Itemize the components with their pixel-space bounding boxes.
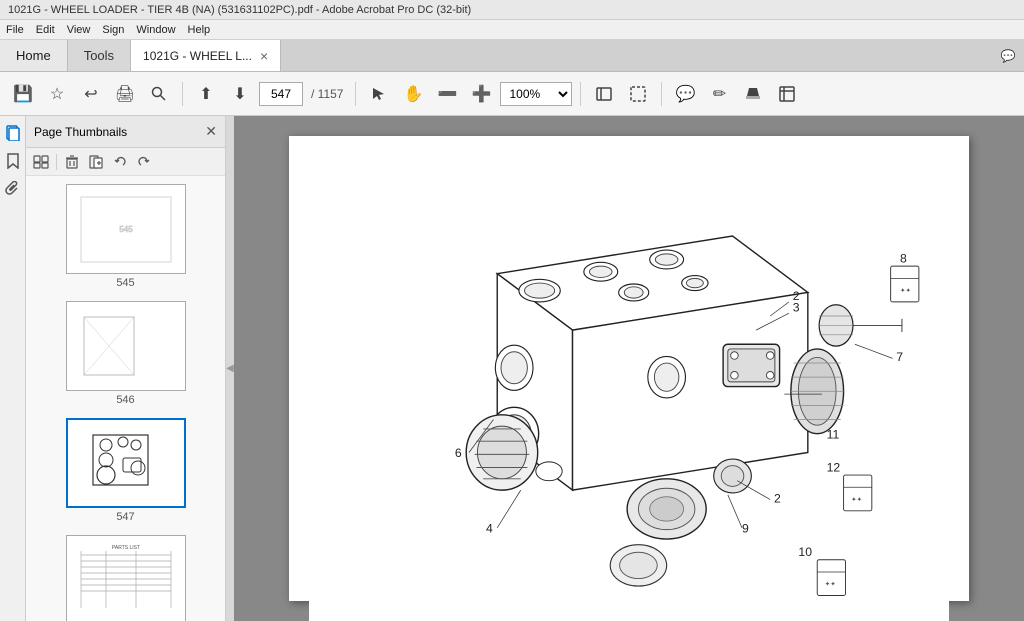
svg-text:9: 9 — [742, 521, 749, 535]
pdf-page: 2 3 7 8 ✦✦ 11 — [289, 136, 969, 601]
pen-button[interactable]: ✏ — [704, 79, 734, 109]
sidebar-icon-bookmark[interactable] — [2, 150, 24, 172]
diagram-svg: 2 3 7 8 ✦✦ 11 — [309, 156, 949, 621]
menu-file[interactable]: File — [6, 24, 24, 36]
zoom-button[interactable] — [144, 79, 174, 109]
thumbnails-toolbar — [26, 148, 225, 176]
zoom-select[interactable]: 100% 75% 125% 150% 200% — [500, 82, 572, 106]
menu-help[interactable]: Help — [188, 24, 211, 36]
save-button[interactable]: 💾 — [8, 79, 38, 109]
thumbnail-548[interactable]: PARTS LIST 548 — [66, 535, 186, 621]
tab-spacer — [281, 40, 992, 71]
print-button[interactable]: 🖨 — [110, 79, 140, 109]
thumbnail-546-label: 546 — [116, 394, 134, 406]
tab-tools[interactable]: Tools — [68, 40, 131, 71]
thumb-rotate-left-button[interactable] — [109, 151, 131, 173]
thumbnails-title: Page Thumbnails — [34, 125, 127, 139]
thumbnail-547[interactable]: 547 — [66, 418, 186, 523]
svg-text:4: 4 — [486, 521, 493, 535]
comment-button[interactable]: 💬 — [670, 79, 700, 109]
menu-edit[interactable]: Edit — [36, 24, 55, 36]
scroll-up-button[interactable]: ⬆ — [191, 79, 221, 109]
main-content: Page Thumbnails ✕ — [0, 116, 1024, 621]
fit-page-button[interactable] — [589, 79, 619, 109]
tools-button[interactable] — [772, 79, 802, 109]
title-text: 1021G - WHEEL LOADER - TIER 4B (NA) (531… — [8, 4, 471, 16]
cursor-tool-button[interactable] — [364, 79, 394, 109]
separator-3 — [580, 82, 581, 106]
thumbnail-546-image — [66, 301, 186, 391]
svg-text:545: 545 — [119, 225, 133, 234]
zoom-out-button[interactable]: ➖ — [432, 79, 462, 109]
page-total: / 1157 — [307, 87, 347, 101]
zoom-in-button[interactable]: ➕ — [466, 79, 496, 109]
sidebar-icon-pages[interactable] — [2, 122, 24, 144]
tab-close-button[interactable]: × — [260, 49, 268, 63]
toolbar: 💾 ☆ ↩ 🖨 ⬆ ⬇ / 1157 ✋ ➖ ➕ 100% 75% 125% 1… — [0, 72, 1024, 116]
thumb-separator — [56, 154, 57, 170]
svg-text:6: 6 — [455, 446, 462, 460]
back-button[interactable]: ↩ — [76, 79, 106, 109]
svg-text:✦✦: ✦✦ — [825, 580, 837, 588]
thumbnails-panel: Page Thumbnails ✕ — [26, 116, 226, 621]
svg-text:11: 11 — [827, 427, 840, 441]
svg-text:2: 2 — [774, 491, 781, 505]
thumb-view-button[interactable] — [30, 151, 52, 173]
thumb-rotate-right-button[interactable] — [133, 151, 155, 173]
menu-sign[interactable]: Sign — [102, 24, 124, 36]
hand-tool-button[interactable]: ✋ — [398, 79, 428, 109]
marquee-zoom-button[interactable] — [623, 79, 653, 109]
tab-comment-icon[interactable]: 💬 — [992, 40, 1024, 71]
svg-text:3: 3 — [793, 300, 800, 314]
thumbnail-547-label: 547 — [116, 511, 134, 523]
tab-document[interactable]: 1021G - WHEEL L... × — [131, 40, 281, 71]
thumbnail-545-label: 545 — [116, 277, 134, 289]
thumbnail-548-image: PARTS LIST — [66, 535, 186, 621]
menu-window[interactable]: Window — [136, 24, 175, 36]
pdf-view[interactable]: 2 3 7 8 ✦✦ 11 — [234, 116, 1024, 621]
separator-2 — [355, 82, 356, 106]
menu-bar: File Edit View Sign Window Help — [0, 20, 1024, 40]
bookmark-button[interactable]: ☆ — [42, 79, 72, 109]
thumbnail-545-image: 545 — [66, 184, 186, 274]
thumbnails-close-button[interactable]: ✕ — [205, 123, 217, 140]
highlight-button[interactable] — [738, 79, 768, 109]
panel-splitter[interactable]: ◀ — [226, 116, 234, 621]
thumbnail-547-image — [66, 418, 186, 508]
thumbnails-list[interactable]: 545 545 546 — [26, 176, 225, 621]
svg-text:12: 12 — [827, 460, 841, 474]
sidebar-icons — [0, 116, 26, 621]
thumbnail-546[interactable]: 546 — [66, 301, 186, 406]
pdf-content: 2 3 7 8 ✦✦ 11 — [289, 136, 969, 601]
svg-text:✦✦: ✦✦ — [900, 286, 912, 294]
page-number-input[interactable] — [259, 82, 303, 106]
thumbnail-545[interactable]: 545 545 — [66, 184, 186, 289]
thumb-insert-button[interactable] — [85, 151, 107, 173]
scroll-down-button[interactable]: ⬇ — [225, 79, 255, 109]
sidebar-icon-attachments[interactable] — [2, 178, 24, 200]
menu-view[interactable]: View — [67, 24, 91, 36]
svg-text:10: 10 — [798, 545, 812, 559]
svg-text:7: 7 — [896, 350, 903, 364]
separator-1 — [182, 82, 183, 106]
thumbnails-header: Page Thumbnails ✕ — [26, 116, 225, 148]
svg-text:PARTS LIST: PARTS LIST — [111, 545, 139, 551]
svg-text:✦✦: ✦✦ — [851, 495, 863, 503]
tab-bar: Home Tools 1021G - WHEEL L... × 💬 — [0, 40, 1024, 72]
separator-4 — [661, 82, 662, 106]
thumb-delete-button[interactable] — [61, 151, 83, 173]
svg-text:8: 8 — [900, 251, 907, 265]
tab-home[interactable]: Home — [0, 40, 68, 71]
title-bar: 1021G - WHEEL LOADER - TIER 4B (NA) (531… — [0, 0, 1024, 20]
